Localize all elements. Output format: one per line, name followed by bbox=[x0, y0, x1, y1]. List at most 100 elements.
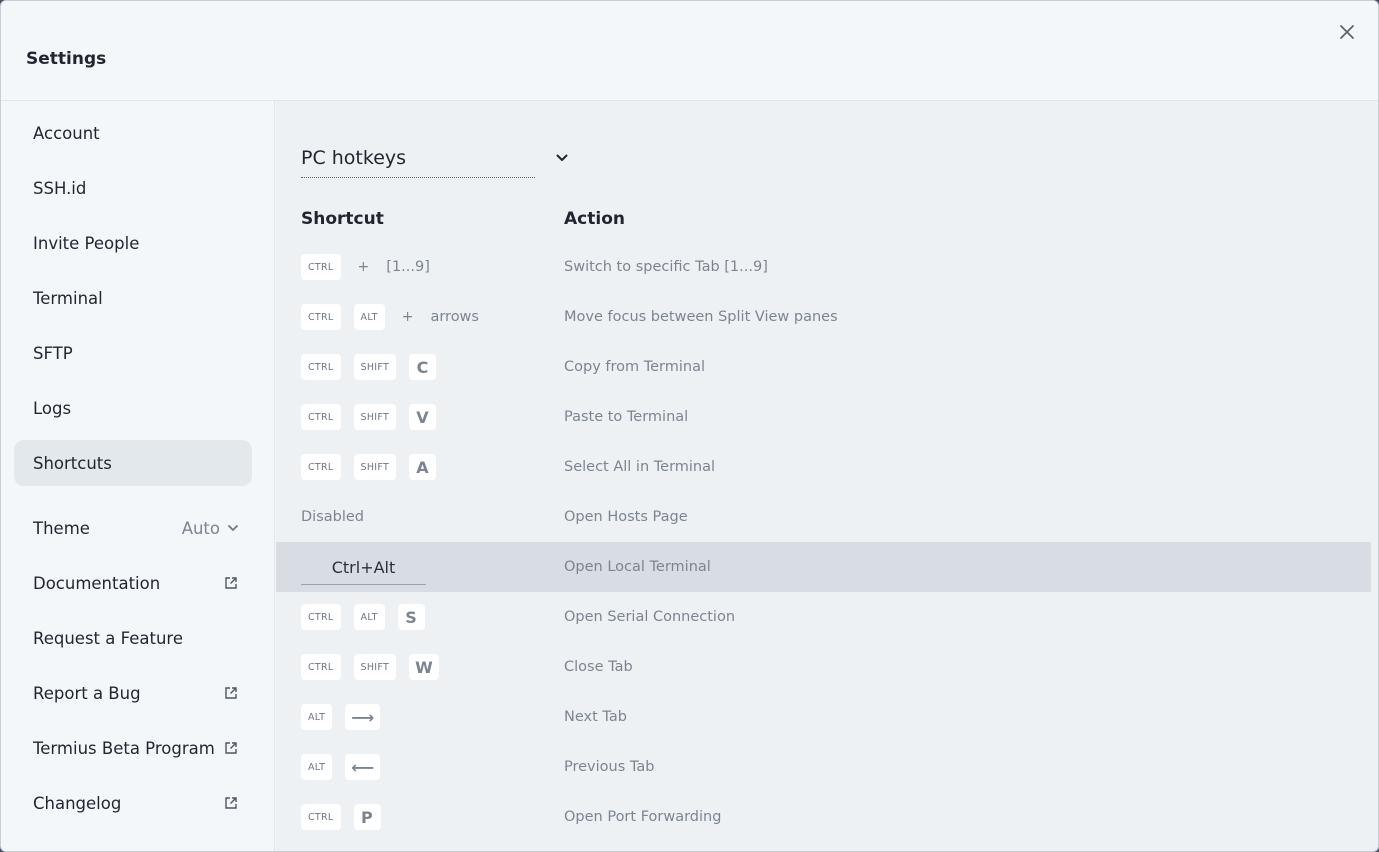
shortcut-record-input[interactable]: Ctrl+Alt bbox=[301, 551, 426, 585]
shortcuts-panel: PC hotkeys Shortcut Action CTRL + [1...9… bbox=[276, 101, 1378, 851]
key-extra: [1...9] bbox=[386, 259, 430, 275]
shortcut-row-editing[interactable]: Ctrl+Alt Open Local Terminal bbox=[276, 542, 1371, 592]
shortcut-action: Close Tab bbox=[564, 659, 633, 675]
hotkey-preset-value: PC hotkeys bbox=[301, 146, 535, 178]
key-cap: CTRL bbox=[301, 604, 341, 630]
external-link-icon bbox=[225, 742, 237, 754]
shortcut-action: Paste to Terminal bbox=[564, 409, 689, 425]
sidebar-item-ssh-id[interactable]: SSH.id bbox=[14, 165, 252, 211]
sidebar-item-cutoff bbox=[33, 843, 73, 851]
sidebar-item-invite-people[interactable]: Invite People bbox=[14, 220, 252, 266]
key-cap-letter: V bbox=[409, 404, 437, 430]
close-icon bbox=[1340, 25, 1354, 39]
sidebar-item-label: SFTP bbox=[33, 343, 73, 363]
key-cap: SHIFT bbox=[353, 404, 397, 430]
shortcut-action: Open Hosts Page bbox=[564, 509, 688, 525]
shortcut-keys: CTRL ALT + arrows bbox=[301, 292, 479, 342]
sidebar-item-label: Changelog bbox=[33, 793, 122, 813]
key-cap: ALT bbox=[353, 604, 385, 630]
sidebar-item-account[interactable]: Account bbox=[14, 110, 252, 156]
key-cap: ALT bbox=[353, 304, 385, 330]
shortcut-action: Move focus between Split View panes bbox=[564, 309, 838, 325]
key-cap: CTRL bbox=[301, 254, 341, 280]
close-button[interactable] bbox=[1336, 21, 1358, 43]
shortcut-row[interactable]: CTRL P Open Port Forwarding bbox=[276, 792, 1371, 842]
shortcut-action: Next Tab bbox=[564, 709, 627, 725]
key-plus: + bbox=[401, 309, 414, 325]
sidebar-item-sftp[interactable]: SFTP bbox=[14, 330, 252, 376]
sidebar-item-logs[interactable]: Logs bbox=[14, 385, 252, 431]
external-link-icon bbox=[225, 577, 237, 589]
arrow-left-icon: ⟵ bbox=[345, 754, 381, 780]
shortcut-row[interactable]: CTRL SHIFT A Select All in Terminal bbox=[276, 442, 1371, 492]
sidebar-item-request-feature[interactable]: Request a Feature bbox=[14, 615, 252, 661]
sidebar-item-label: Request a Feature bbox=[33, 628, 183, 648]
shortcut-action: Select All in Terminal bbox=[564, 459, 716, 475]
key-cap: SHIFT bbox=[353, 354, 397, 380]
hotkey-preset-select[interactable]: PC hotkeys bbox=[301, 146, 571, 179]
sidebar-item-shortcuts[interactable]: Shortcuts bbox=[14, 440, 252, 486]
shortcut-row[interactable]: CTRL SHIFT W Close Tab bbox=[276, 642, 1371, 692]
chevron-down-icon bbox=[228, 525, 238, 531]
arrow-right-icon: ⟶ bbox=[345, 704, 381, 730]
sidebar-item-label: Shortcuts bbox=[33, 453, 112, 473]
shortcut-keys: CTRL ALT S bbox=[301, 592, 425, 642]
key-cap-letter: S bbox=[397, 604, 425, 630]
shortcut-row[interactable]: ALT ⟶ Next Tab bbox=[276, 692, 1371, 742]
shortcut-row[interactable]: ALT ⟵ Previous Tab bbox=[276, 742, 1371, 792]
shortcut-keys: CTRL SHIFT A bbox=[301, 442, 437, 492]
sidebar-item-report-bug[interactable]: Report a Bug bbox=[14, 670, 252, 716]
key-cap: ALT bbox=[301, 754, 333, 780]
shortcut-row[interactable]: CTRL ALT + arrows Move focus between Spl… bbox=[276, 292, 1371, 342]
shortcut-action: Previous Tab bbox=[564, 759, 655, 775]
key-cap: CTRL bbox=[301, 654, 341, 680]
key-cap: CTRL bbox=[301, 404, 341, 430]
key-cap-letter: C bbox=[409, 354, 437, 380]
sidebar-item-beta-program[interactable]: Termius Beta Program bbox=[14, 725, 252, 771]
key-cap: CTRL bbox=[301, 804, 341, 830]
key-cap-letter: P bbox=[353, 804, 381, 830]
shortcut-keys: CTRL SHIFT V bbox=[301, 392, 437, 442]
settings-header: Settings bbox=[1, 1, 1378, 101]
column-header-action: Action bbox=[564, 209, 625, 229]
sidebar-item-label: Termius Beta Program bbox=[33, 738, 215, 758]
shortcut-row[interactable]: CTRL + [1...9] Switch to specific Tab [1… bbox=[276, 242, 1371, 292]
external-link-icon bbox=[225, 687, 237, 699]
sidebar-item-label: Theme bbox=[33, 518, 90, 538]
shortcut-action: Open Port Forwarding bbox=[564, 809, 722, 825]
key-cap-letter: A bbox=[409, 454, 437, 480]
sidebar-item-label: Documentation bbox=[33, 573, 161, 593]
shortcut-keys: Disabled bbox=[301, 492, 364, 542]
key-cap-letter: W bbox=[409, 654, 440, 680]
sidebar-item-label: Invite People bbox=[33, 233, 140, 253]
theme-select[interactable]: Auto bbox=[182, 519, 240, 538]
sidebar-item-theme[interactable]: Theme Auto bbox=[14, 505, 252, 551]
sidebar-item-label: Terminal bbox=[33, 288, 103, 308]
sidebar-item-label: Report a Bug bbox=[33, 683, 141, 703]
shortcut-action: Copy from Terminal bbox=[564, 359, 706, 375]
shortcut-row[interactable]: CTRL SHIFT V Paste to Terminal bbox=[276, 392, 1371, 442]
shortcut-keys: CTRL SHIFT C bbox=[301, 342, 437, 392]
shortcut-action: Switch to specific Tab [1...9] bbox=[564, 259, 768, 275]
page-title: Settings bbox=[26, 49, 107, 69]
shortcut-row[interactable]: CTRL ALT S Open Serial Connection bbox=[276, 592, 1371, 642]
key-cap: ALT bbox=[301, 704, 333, 730]
column-header-shortcut: Shortcut bbox=[301, 209, 384, 229]
key-cap: CTRL bbox=[301, 354, 341, 380]
sidebar-item-changelog[interactable]: Changelog bbox=[14, 780, 252, 826]
shortcut-disabled-label: Disabled bbox=[301, 509, 364, 525]
shortcut-keys: CTRL + [1...9] bbox=[301, 242, 430, 292]
sidebar-item-documentation[interactable]: Documentation bbox=[14, 560, 252, 606]
sidebar-item-label: Account bbox=[33, 123, 100, 143]
sidebar-item-label: SSH.id bbox=[33, 178, 87, 198]
settings-window: Settings Account SSH.id Invite People Te… bbox=[0, 0, 1379, 852]
key-cap: CTRL bbox=[301, 304, 341, 330]
shortcut-row[interactable]: Disabled Open Hosts Page bbox=[276, 492, 1371, 542]
shortcut-row[interactable]: CTRL SHIFT C Copy from Terminal bbox=[276, 342, 1371, 392]
chevron-down-icon bbox=[556, 154, 568, 161]
sidebar-item-terminal[interactable]: Terminal bbox=[14, 275, 252, 321]
shortcut-keys: CTRL SHIFT W bbox=[301, 642, 440, 692]
shortcut-keys: CTRL P bbox=[301, 792, 381, 842]
shortcut-keys: ALT ⟶ bbox=[301, 692, 381, 742]
shortcut-action: Open Local Terminal bbox=[564, 559, 711, 575]
